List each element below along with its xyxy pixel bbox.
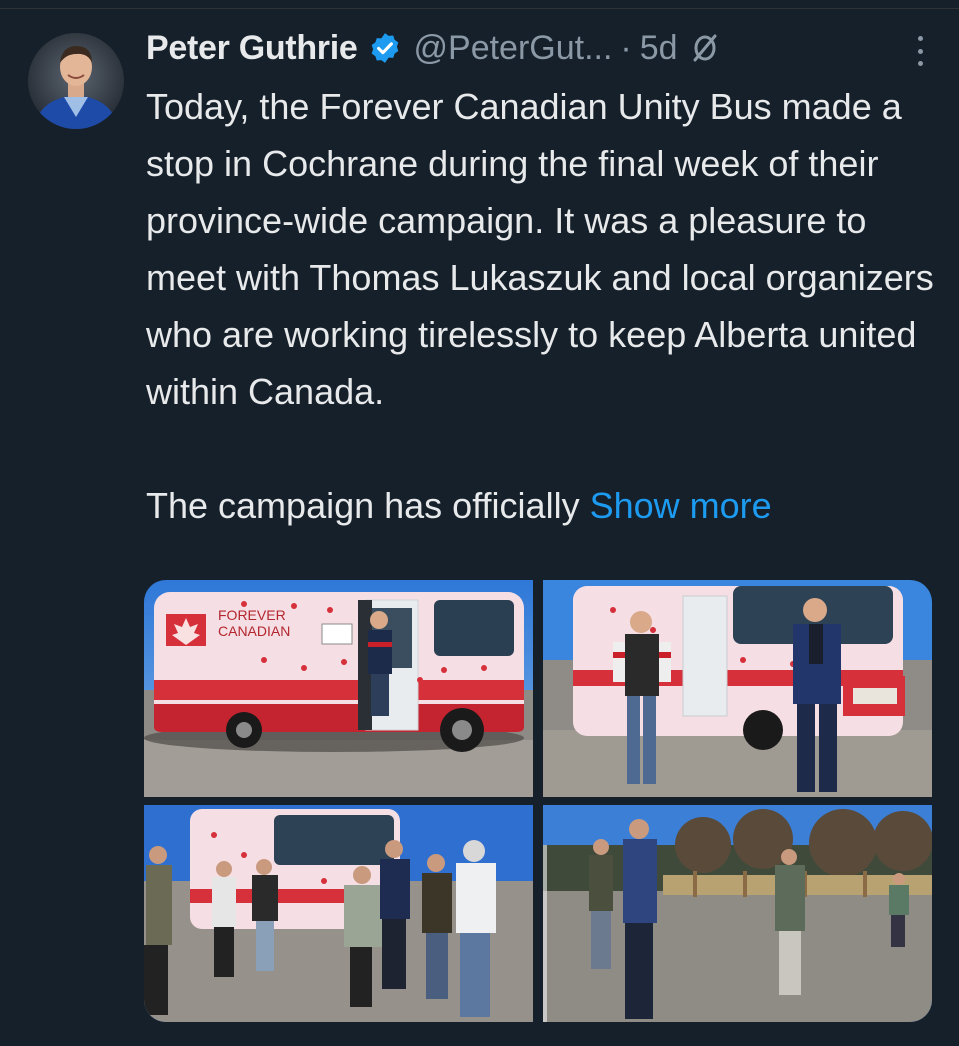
author-handle[interactable]: @PeterGut... xyxy=(414,29,613,68)
tweet-timestamp[interactable]: 5d xyxy=(640,29,678,68)
more-options-icon[interactable] xyxy=(915,36,925,66)
photo-crowd-by-bus[interactable] xyxy=(144,805,533,1022)
tweet-header: Peter Guthrie @PeterGut... · 5d xyxy=(146,26,929,70)
verified-badge-icon xyxy=(368,31,402,65)
author-name[interactable]: Peter Guthrie xyxy=(146,29,358,68)
photo-bus-front-men[interactable] xyxy=(543,580,932,797)
globe-icon xyxy=(690,33,720,63)
tweet-paragraph-2: The campaign has officially Show more xyxy=(146,477,936,534)
tweet-paragraph-2-text: The campaign has officially xyxy=(146,485,580,526)
bus-logo-forever: FOREVER xyxy=(218,607,286,623)
tweet-paragraph-1: Today, the Forever Canadian Unity Bus ma… xyxy=(146,86,934,412)
media-grid: FOREVER CANADIAN xyxy=(144,580,932,1022)
show-more-link[interactable]: Show more xyxy=(590,485,772,526)
bus-logo-canadian: CANADIAN xyxy=(218,623,290,639)
avatar[interactable] xyxy=(28,33,124,129)
avatar-portrait xyxy=(34,45,118,129)
tweet-body: Today, the Forever Canadian Unity Bus ma… xyxy=(146,78,936,534)
photo-bus-side[interactable]: FOREVER CANADIAN xyxy=(144,580,533,797)
separator-dot: · xyxy=(620,28,632,67)
photo-group-trees[interactable] xyxy=(543,805,932,1022)
top-divider xyxy=(0,0,959,9)
